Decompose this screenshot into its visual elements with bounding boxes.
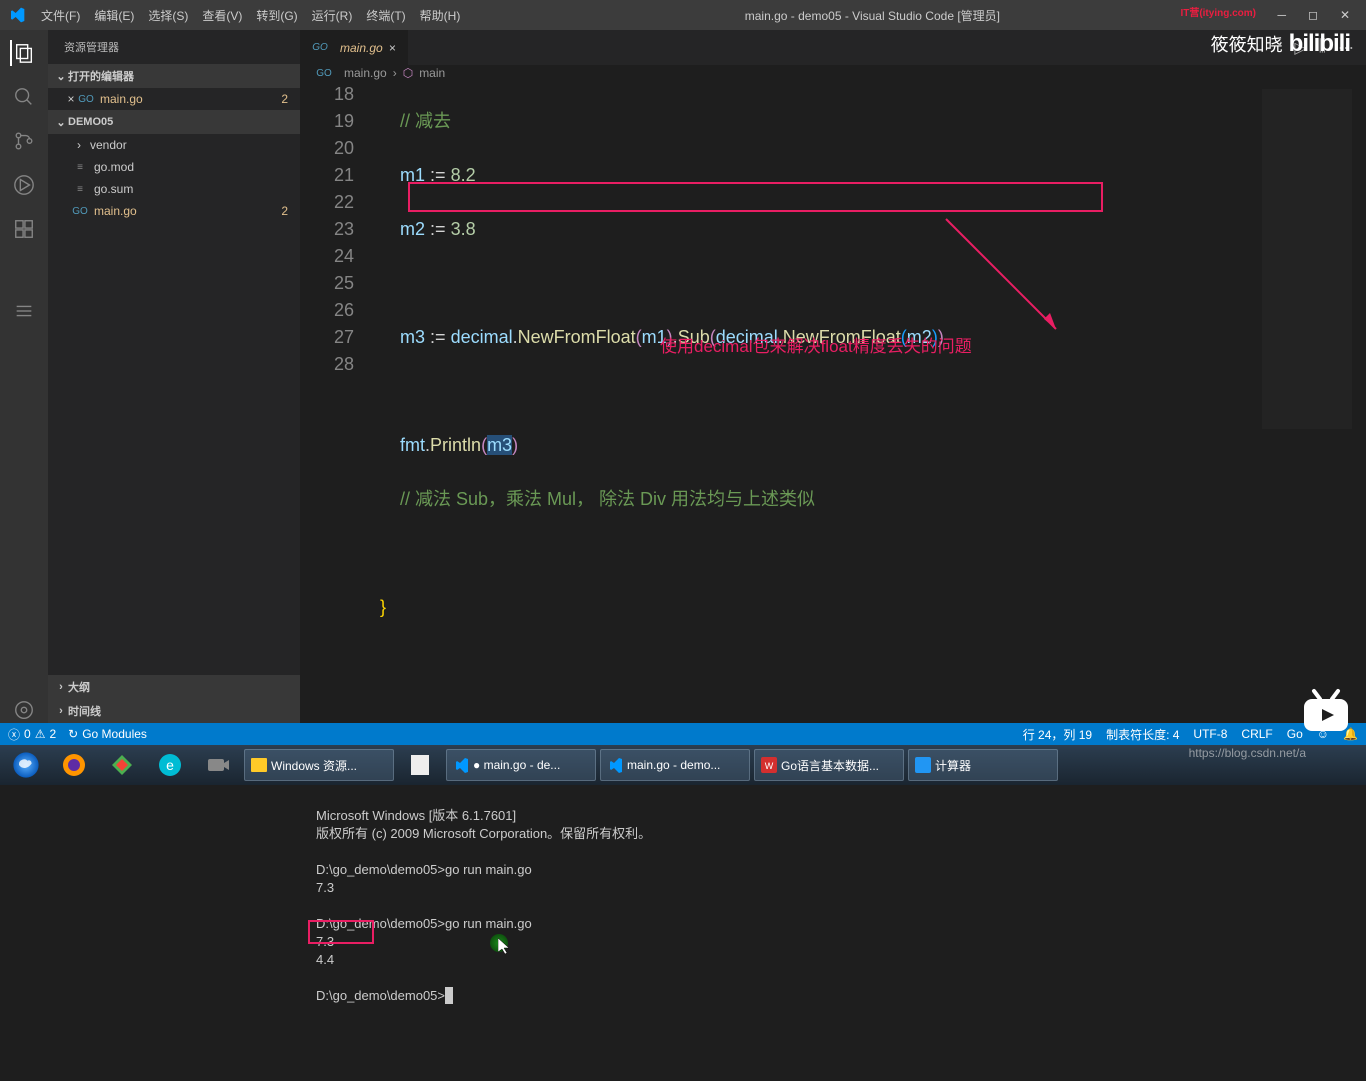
svg-text:W: W <box>765 761 774 771</box>
code-editor[interactable]: 1819202122232425262728 // 减去 m1 := 8.2 m… <box>300 81 1366 756</box>
open-file-name: main.go <box>100 92 143 106</box>
bilibili-logo: bilibili <box>1289 30 1350 58</box>
close-editor-icon[interactable]: × <box>64 92 78 106</box>
watermark-author: 筱筱知晓 bilibili <box>1211 30 1350 58</box>
taskbar-explorer[interactable]: Windows 资源... <box>244 749 394 781</box>
gomod-label: go.mod <box>94 160 134 174</box>
close-icon[interactable]: ✕ <box>1340 8 1350 22</box>
timeline-section[interactable]: ›时间线 <box>48 699 300 723</box>
explorer-header: 资源管理器 <box>48 30 300 64</box>
editor-tab[interactable]: GO main.go × <box>300 30 409 65</box>
tab-bar: GO main.go × ▷ ⫼ ⋯ <box>300 30 1366 65</box>
terminal-body[interactable]: Microsoft Windows [版本 6.1.7601] 版权所有 (c)… <box>300 782 1366 1081</box>
modified-badge: 2 <box>281 204 288 218</box>
tab-label: main.go <box>340 41 383 55</box>
terminal-panel: 问题2 输出 调试控制台 终端 1: cmd ⌄ ＋ ◫ 🗑 ⌃ ✕ Micro… <box>300 756 1366 1061</box>
taskbar-calculator[interactable]: 计算器 <box>908 749 1058 781</box>
activity-bar <box>0 30 48 723</box>
browser-icon[interactable]: e <box>148 749 192 781</box>
go-file-icon: GO <box>312 40 328 56</box>
window-title: main.go - demo05 - Visual Studio Code [管… <box>467 7 1277 24</box>
project-section[interactable]: ⌄DEMO05 <box>48 110 300 134</box>
sidebar: 资源管理器 ⌄打开的编辑器 × GO main.go 2 ⌄DEMO05 ›ve… <box>48 30 300 723</box>
title-bar: 文件(F) 编辑(E) 选择(S) 查看(V) 转到(G) 运行(R) 终端(T… <box>0 0 1366 30</box>
folder-vendor[interactable]: ›vendor <box>48 134 300 156</box>
debug-icon[interactable] <box>11 172 37 198</box>
explorer-icon[interactable] <box>10 40 36 66</box>
modified-badge: 2 <box>281 92 288 106</box>
minimap[interactable] <box>1262 89 1352 429</box>
cube-icon: ⬡ <box>403 66 413 80</box>
status-go-modules[interactable]: ↻ Go Modules <box>68 727 147 741</box>
menu-run[interactable]: 运行(R) <box>305 7 360 24</box>
extensions-icon[interactable] <box>11 216 37 242</box>
menu-file[interactable]: 文件(F) <box>34 7 87 24</box>
vendor-label: vendor <box>90 138 127 152</box>
go-file-icon: GO <box>78 91 94 107</box>
file-maingo[interactable]: GO main.go 2 <box>48 200 300 222</box>
go-file-icon: GO <box>316 65 332 81</box>
code-content[interactable]: // 减去 m1 := 8.2 m2 := 3.8 m3 := decimal.… <box>376 81 1366 756</box>
list-icon[interactable] <box>11 298 37 324</box>
minimize-icon[interactable]: ─ <box>1277 8 1286 22</box>
taskbar-vscode-2[interactable]: main.go - demo... <box>600 749 750 781</box>
open-editors-label: 打开的编辑器 <box>68 68 134 84</box>
watermark-tv-icon <box>1296 687 1356 742</box>
editor-area: GO main.go × ▷ ⫼ ⋯ GO main.go › ⬡ main 1… <box>300 30 1366 723</box>
line-gutter: 1819202122232425262728 <box>300 81 376 756</box>
timeline-label: 时间线 <box>68 703 101 719</box>
breadcrumb[interactable]: GO main.go › ⬡ main <box>300 65 1366 81</box>
source-control-icon[interactable] <box>11 128 37 154</box>
windows-taskbar: e Windows 资源... ● main.go - de... main.g… <box>0 745 1366 785</box>
taskbar-notepad[interactable] <box>398 749 442 781</box>
menu-select[interactable]: 选择(S) <box>141 7 195 24</box>
annotation-text: 使用decimal包来解决float精度丢失的问题 <box>660 333 972 360</box>
settings-icon[interactable] <box>11 697 37 723</box>
open-editors-section[interactable]: ⌄打开的编辑器 <box>48 64 300 88</box>
go-file-icon: GO <box>72 203 88 219</box>
menu-view[interactable]: 查看(V) <box>195 7 249 24</box>
taskbar-vscode-1[interactable]: ● main.go - de... <box>446 749 596 781</box>
maingo-label: main.go <box>94 204 137 218</box>
project-name: DEMO05 <box>68 116 113 128</box>
watermark-itying: IT营(itying.com) <box>1180 4 1256 19</box>
taskbar-wps[interactable]: WGo语言基本数据... <box>754 749 904 781</box>
svg-text:e: e <box>166 757 174 773</box>
menu-go[interactable]: 转到(G) <box>249 7 304 24</box>
terminal-output: Microsoft Windows [版本 6.1.7601] 版权所有 (c)… <box>316 808 651 1003</box>
highlight-box-terminal <box>308 920 374 944</box>
open-editor-file[interactable]: × GO main.go 2 <box>48 88 300 110</box>
start-button[interactable] <box>4 749 48 781</box>
camera-icon[interactable] <box>196 749 240 781</box>
maximize-icon[interactable]: ◻ <box>1308 8 1318 22</box>
menu-help[interactable]: 帮助(H) <box>413 7 468 24</box>
search-icon[interactable] <box>11 84 37 110</box>
outline-section[interactable]: ›大纲 <box>48 675 300 699</box>
menu-terminal[interactable]: 终端(T) <box>359 7 412 24</box>
menu-edit[interactable]: 编辑(E) <box>87 7 141 24</box>
watermark-csdn: https://blog.csdn.net/a <box>1189 746 1306 760</box>
close-tab-icon[interactable]: × <box>389 41 396 55</box>
file-gosum[interactable]: ≡ go.sum <box>48 178 300 200</box>
mouse-pointer-icon <box>498 938 512 956</box>
file-icon: ≡ <box>72 159 88 175</box>
breadcrumb-file[interactable]: main.go <box>344 66 387 80</box>
breadcrumb-symbol[interactable]: main <box>419 66 445 80</box>
vscode-icon <box>8 6 26 24</box>
file-icon: ≡ <box>72 181 88 197</box>
firefox-icon[interactable] <box>52 749 96 781</box>
app-icon-1[interactable] <box>100 749 144 781</box>
status-errors[interactable]: ⓧ 0 ⚠ 2 <box>8 726 56 743</box>
gosum-label: go.sum <box>94 182 133 196</box>
outline-label: 大纲 <box>68 679 90 695</box>
file-gomod[interactable]: ≡ go.mod <box>48 156 300 178</box>
